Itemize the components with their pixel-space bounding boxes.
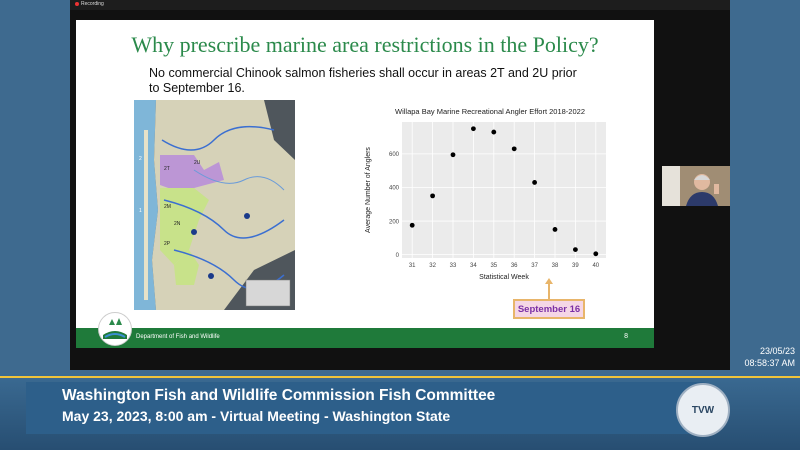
- tvw-logo: TVW: [676, 383, 730, 437]
- chart-x-tick-label: 33: [450, 263, 457, 269]
- timestamp-overlay: 23/05/23 08:58:37 AM: [739, 345, 795, 369]
- chart-data-point: [450, 152, 456, 158]
- chart-data-point: [409, 222, 415, 228]
- map-label-2p: 2P: [164, 241, 171, 247]
- up-arrow-icon: [545, 278, 553, 300]
- willapa-bay-map: 2 2T 2U 2M 2N 2P 1: [134, 100, 295, 310]
- recording-dot-icon: [75, 2, 79, 6]
- banner-subtitle: May 23, 2023, 8:00 am - Virtual Meeting …: [62, 408, 451, 424]
- chart-data-point: [511, 146, 517, 152]
- chart-x-tick-label: 34: [470, 263, 477, 269]
- map-label-2m: 2M: [164, 204, 171, 210]
- chart-y-tick-label: 200: [389, 219, 400, 225]
- angler-effort-chart: Willapa Bay Marine Recreational Angler E…: [365, 107, 606, 281]
- map-label-2n: 2N: [174, 221, 181, 227]
- chart-x-tick-label: 40: [592, 263, 599, 269]
- banner-accent-line: [0, 376, 800, 378]
- presentation-slide: Why prescribe marine area restrictions i…: [76, 20, 654, 348]
- meeting-top-bar: [70, 0, 730, 10]
- chart-data-point: [491, 129, 497, 135]
- chart-title: Willapa Bay Marine Recreational Angler E…: [395, 107, 585, 116]
- chart-data-point: [532, 180, 537, 185]
- banner-title: Washington Fish and Wildlife Commission …: [62, 387, 496, 404]
- slide-subtitle: No commercial Chinook salmon fisheries s…: [149, 66, 577, 95]
- chart-data-point: [552, 227, 558, 232]
- slide-title: Why prescribe marine area restrictions i…: [131, 32, 599, 57]
- map-label-2u: 2U: [194, 160, 201, 166]
- chart-data-point: [471, 126, 476, 132]
- chart-x-tick-label: 37: [531, 263, 538, 269]
- chart-data-point: [430, 193, 435, 199]
- chart-x-tick-label: 32: [429, 263, 436, 269]
- chart-x-tick-label: 35: [490, 263, 497, 269]
- slide-page-number: 8: [624, 333, 628, 340]
- map-label-2t: 2T: [164, 166, 170, 172]
- chart-x-tick-label: 39: [572, 263, 579, 269]
- chart-y-tick-label: 400: [389, 186, 400, 192]
- chart-x-tick-label: 31: [409, 263, 416, 269]
- map-label-1: 1: [139, 208, 142, 214]
- chart-data-point: [573, 247, 578, 253]
- wdfw-logo: [98, 312, 132, 346]
- chart-x-tick-label: 38: [552, 263, 559, 269]
- chart-x-axis-label: Statistical Week: [479, 274, 529, 281]
- slide-footer: Department of Fish and Wildlife 8: [76, 328, 654, 348]
- september-16-callout: September 16: [513, 299, 585, 319]
- overlay-time: 08:58:37 AM: [744, 358, 795, 368]
- recording-label: Recording: [81, 1, 104, 7]
- map-label-2: 2: [139, 156, 142, 162]
- overlay-date: 23/05/23: [759, 346, 795, 356]
- recording-indicator: Recording: [75, 1, 104, 7]
- chart-y-tick-label: 0: [396, 253, 400, 259]
- chart-y-axis-label: Average Number of Anglers: [365, 147, 372, 233]
- chart-y-tick-label: 600: [389, 152, 400, 158]
- footer-department: Department of Fish and Wildlife: [136, 334, 220, 340]
- chart-x-tick-label: 36: [511, 263, 518, 269]
- participant-video-tile[interactable]: [662, 166, 730, 206]
- chart-data-point: [593, 251, 599, 257]
